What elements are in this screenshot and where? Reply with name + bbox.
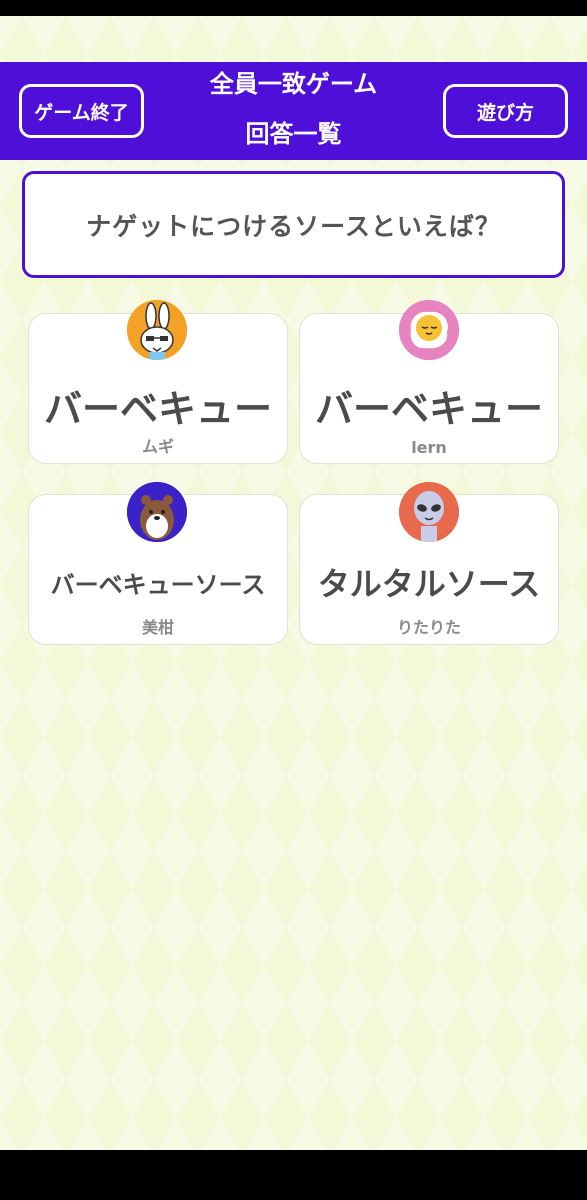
player-name: ムギ — [141, 437, 174, 456]
rabbit-icon — [127, 300, 187, 360]
player-name: りたりた — [396, 618, 461, 637]
question-box: ナゲットにつけるソースといえば？ — [22, 171, 565, 278]
navigation-bar — [0, 1150, 587, 1200]
header-bar: ゲーム終了 全員一致ゲーム 回答一覧 遊び方 — [0, 62, 587, 160]
alien-icon — [399, 482, 459, 542]
status-bar — [0, 0, 587, 16]
fried-egg-icon — [399, 300, 459, 360]
page-title: 回答一覧 — [245, 120, 342, 148]
answer-text: タルタルソース — [317, 565, 541, 603]
player-name: 美柑 — [141, 618, 174, 637]
player-name: lern — [411, 438, 447, 457]
end-game-button[interactable]: ゲーム終了 — [19, 84, 144, 138]
bear-icon — [127, 482, 187, 542]
answer-text: バーベキュー — [314, 387, 543, 431]
answer-text: バーベキューソース — [50, 571, 266, 599]
app-screen: ゲーム終了 全員一致ゲーム 回答一覧 遊び方 ナゲットにつけるソースといえば？ … — [0, 16, 587, 1150]
how-to-play-button[interactable]: 遊び方 — [443, 84, 568, 138]
game-title: 全員一致ゲーム — [209, 70, 378, 98]
answer-text: バーベキュー — [43, 387, 272, 431]
